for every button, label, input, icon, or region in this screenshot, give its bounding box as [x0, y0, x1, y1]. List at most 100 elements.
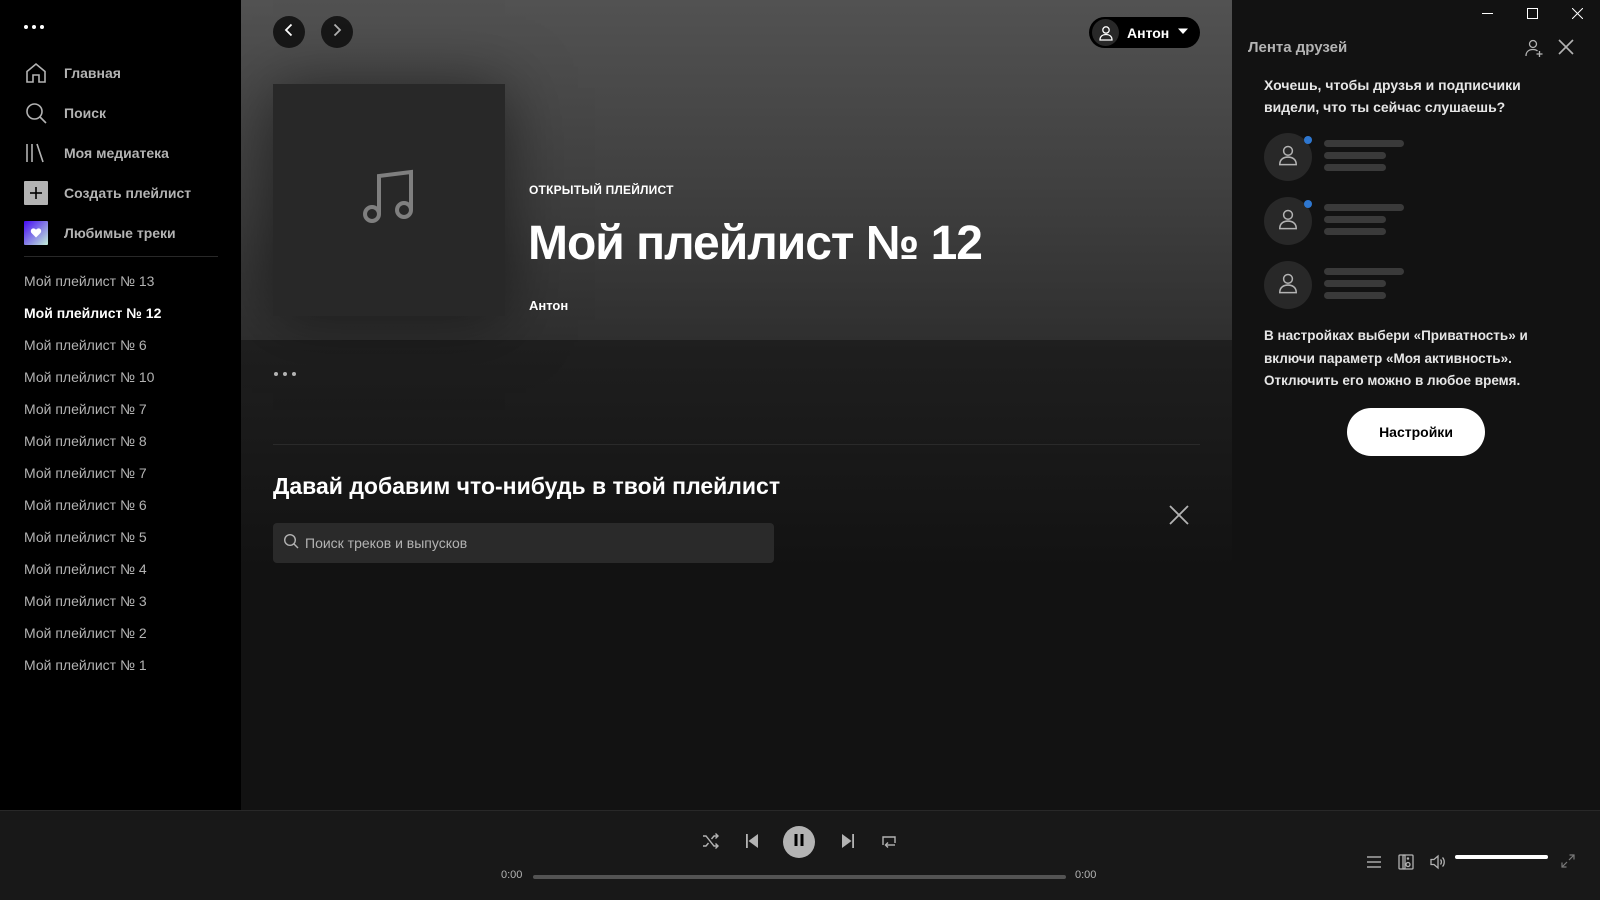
playlist-list-item[interactable]: Мой плейлист № 2: [24, 617, 224, 649]
add-section-title: Давай добавим что-нибудь в твой плейлист: [273, 473, 781, 499]
sidebar-item-library[interactable]: Моя медиатека: [24, 133, 224, 173]
playlist-type-label: ОТКРЫТЫЙ ПЛЕЙЛИСТ: [529, 183, 674, 197]
skip-back-icon: [744, 833, 760, 854]
friend-feed-intro: Хочешь, чтобы друзья и подписчики видели…: [1264, 77, 1521, 115]
avatar: [1264, 261, 1312, 309]
volume-fill: [1455, 855, 1548, 859]
time-elapsed: 0:00: [501, 869, 523, 881]
playlist-list-item[interactable]: Мой плейлист № 6: [24, 489, 224, 521]
playlist-list-item[interactable]: Мой плейлист № 7: [24, 393, 224, 425]
close-icon: [1571, 6, 1584, 24]
playlist-list-item[interactable]: Мой плейлист № 3: [24, 585, 224, 617]
volume-slider[interactable]: [1455, 855, 1548, 859]
sidebar-divider: [24, 256, 218, 257]
sidebar-nav: Главная Поиск Моя медиатека Создать плей…: [24, 53, 224, 253]
add-friend-button[interactable]: [1524, 38, 1544, 63]
devices-icon: [1398, 854, 1414, 874]
sidebar: Главная Поиск Моя медиатека Создать плей…: [0, 0, 241, 810]
close-add-section-button[interactable]: [1167, 503, 1191, 527]
add-friend-icon: [1524, 39, 1544, 62]
search-icon: [24, 101, 48, 125]
fullscreen-button[interactable]: [1561, 854, 1575, 873]
plus-icon: [24, 181, 48, 205]
playlist-list-item[interactable]: Мой плейлист № 6: [24, 329, 224, 361]
heart-icon: [24, 221, 48, 245]
skip-forward-icon: [840, 833, 856, 854]
repeat-button[interactable]: [880, 832, 898, 855]
maximize-icon: [1527, 6, 1538, 24]
window-controls: [1465, 0, 1600, 30]
main-view: Антон ОТКРЫТЫЙ ПЛЕЙЛИСТ Мой плейлист № 1…: [241, 0, 1232, 810]
playlist-list-item[interactable]: Мой плейлист № 1: [24, 649, 224, 681]
sidebar-item-home[interactable]: Главная: [24, 53, 224, 93]
playlist-list-item[interactable]: Мой плейлист № 4: [24, 553, 224, 585]
friend-placeholder: [1264, 261, 1424, 309]
settings-button[interactable]: Настройки: [1347, 408, 1485, 456]
online-indicator: [1304, 200, 1312, 208]
previous-button[interactable]: [744, 833, 760, 854]
user-menu-button[interactable]: Антон: [1089, 17, 1200, 48]
close-icon: [1557, 39, 1575, 60]
library-icon: [24, 141, 48, 165]
shuffle-button[interactable]: [702, 832, 720, 855]
minimize-button[interactable]: [1465, 0, 1510, 30]
liked-songs-label: Любимые треки: [64, 225, 176, 241]
playlist-list-item[interactable]: Мой плейлист № 8: [24, 425, 224, 457]
shuffle-icon: [702, 832, 720, 855]
playlist-list-item[interactable]: Мой плейлист № 13: [24, 265, 224, 297]
window-close-button[interactable]: [1555, 0, 1600, 30]
pause-button[interactable]: [783, 826, 815, 858]
queue-icon: [1366, 856, 1382, 874]
chevron-right-icon: [329, 22, 345, 43]
sidebar-item-label: Поиск: [64, 105, 107, 121]
user-icon: [1277, 208, 1299, 235]
sidebar-item-search[interactable]: Поиск: [24, 93, 224, 133]
playback-progress-bar[interactable]: [533, 875, 1066, 879]
friend-placeholder: [1264, 197, 1424, 245]
friend-feed-panel: Лента друзей Хочешь, чтобы друзья и подп…: [1232, 0, 1600, 810]
pause-icon: [792, 833, 806, 852]
repeat-icon: [880, 832, 898, 855]
more-options-button[interactable]: [274, 372, 296, 376]
minimize-icon: [1482, 6, 1493, 24]
playlist-list-item[interactable]: Мой плейлист № 12: [24, 297, 224, 329]
create-playlist-button[interactable]: Создать плейлист: [24, 173, 224, 213]
sidebar-item-label: Главная: [64, 65, 121, 81]
friend-feed-hint: В настройках выбери «Приватность» и вклю…: [1264, 328, 1528, 388]
playlist-list-item[interactable]: Мой плейлист № 5: [24, 521, 224, 553]
time-total: 0:00: [1075, 869, 1097, 881]
track-search-input[interactable]: [305, 535, 765, 551]
caret-down-icon: [1177, 24, 1189, 42]
home-icon: [24, 61, 48, 85]
friend-placeholder: [1264, 133, 1424, 181]
sidebar-item-label: Моя медиатека: [64, 145, 169, 161]
divider: [273, 444, 1200, 445]
connect-device-button[interactable]: [1398, 854, 1414, 875]
maximize-button[interactable]: [1510, 0, 1555, 30]
volume-icon: [1430, 854, 1446, 874]
create-playlist-label: Создать плейлист: [64, 185, 192, 201]
user-icon: [1277, 272, 1299, 299]
playlist-list-item[interactable]: Мой плейлист № 7: [24, 457, 224, 489]
online-indicator: [1304, 136, 1312, 144]
forward-button[interactable]: [321, 16, 353, 48]
search-icon: [283, 533, 299, 554]
track-search-field[interactable]: [273, 523, 774, 563]
expand-icon: [1561, 854, 1575, 872]
user-name: Антон: [1127, 24, 1170, 41]
close-icon: [1167, 505, 1191, 531]
player-bar: 0:00 0:00: [0, 810, 1600, 900]
liked-songs-button[interactable]: Любимые треки: [24, 213, 224, 253]
playlist-list-item[interactable]: Мой плейлист № 10: [24, 361, 224, 393]
app-menu-button[interactable]: [24, 17, 50, 37]
queue-button[interactable]: [1366, 854, 1382, 875]
back-button[interactable]: [273, 16, 305, 48]
playlist-cover[interactable]: [273, 84, 505, 316]
close-friend-feed-button[interactable]: [1557, 38, 1575, 61]
user-icon: [1277, 144, 1299, 171]
playlist-owner-link[interactable]: Антон: [529, 298, 568, 313]
page-title[interactable]: Мой плейлист № 12: [528, 216, 983, 271]
playlist-list: Мой плейлист № 13 Мой плейлист № 12 Мой пл…: [24, 265, 224, 681]
mute-button[interactable]: [1430, 854, 1446, 875]
next-button[interactable]: [840, 833, 856, 854]
